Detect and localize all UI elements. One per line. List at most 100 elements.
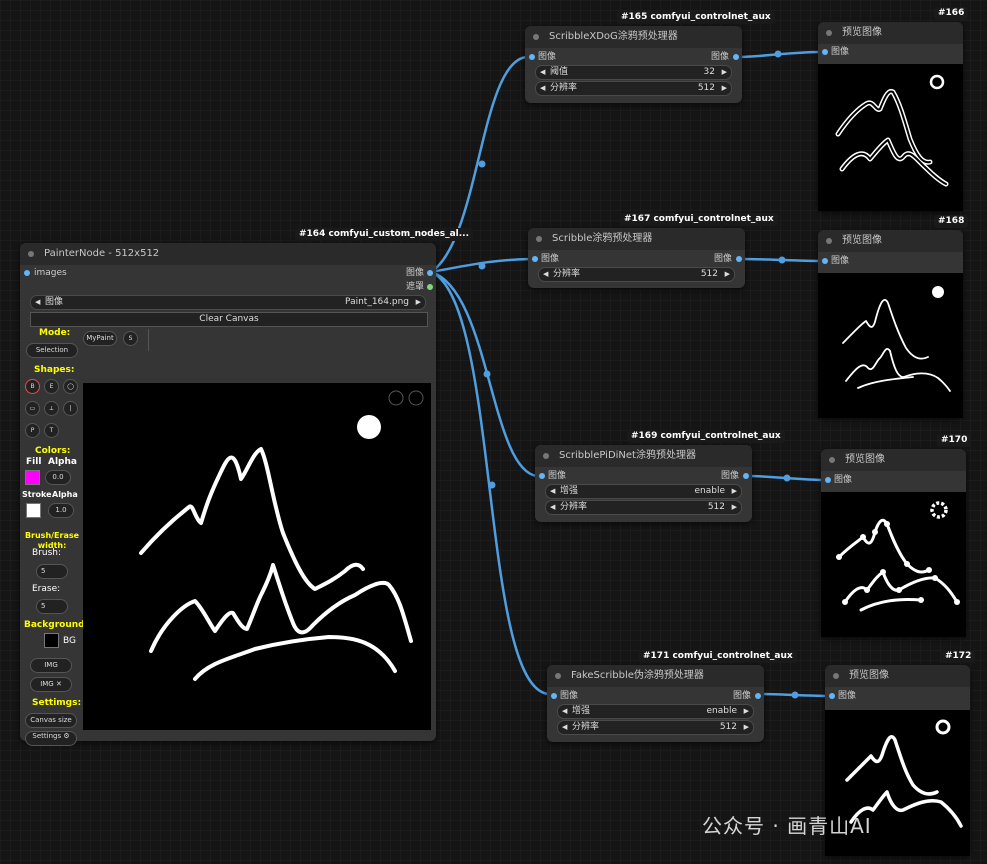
collapse-dot-icon[interactable] <box>536 236 542 242</box>
colors-label: Colors: <box>35 446 71 456</box>
mypaint-mode-button[interactable]: MyPaint <box>83 331 117 346</box>
erase-width-input[interactable]: 5 <box>36 599 68 614</box>
scribble-node-title[interactable]: Scribble涂鸦预处理器 <box>528 228 745 250</box>
preview-168-title[interactable]: 预览图像 <box>818 230 963 252</box>
rect-shape-button[interactable]: ▭ <box>25 401 40 416</box>
collapse-dot-icon[interactable] <box>826 238 832 244</box>
collapse-dot-icon[interactable] <box>829 457 835 463</box>
preview-168-input-slot[interactable] <box>822 258 828 264</box>
arrow-right-icon[interactable]: ▶ <box>416 296 421 309</box>
triangle-shape-button[interactable]: ⟂ <box>44 401 59 416</box>
line-shape-button[interactable]: | <box>63 401 78 416</box>
xdog-threshold-widget[interactable]: ◀ 阈值 32 ▶ <box>535 65 732 80</box>
bg-label: BG <box>63 636 76 646</box>
preview-172-input-slot[interactable] <box>829 693 835 699</box>
erase-label: Erase: <box>32 584 61 594</box>
img-button[interactable]: IMG <box>30 658 72 673</box>
mode-label: Mode: <box>39 328 71 338</box>
scribble-output-slot[interactable] <box>736 256 742 262</box>
fill-alpha-label: Alpha <box>48 457 77 467</box>
painter-canvas[interactable] <box>83 383 431 730</box>
preview-170-badge: #170 <box>937 434 972 447</box>
preview-image-node-166[interactable]: 预览图像 图像 <box>818 22 963 211</box>
fake-node-badge: #171 comfyui_controlnet_aux <box>639 650 797 663</box>
fill-alpha-input[interactable]: 0.0 <box>45 470 71 485</box>
collapse-dot-icon[interactable] <box>28 251 34 257</box>
collapse-dot-icon[interactable] <box>555 673 561 679</box>
clear-canvas-button[interactable]: Clear Canvas <box>30 312 428 327</box>
fake-enhance-widget[interactable]: ◀ 增强 enable ▶ <box>557 704 754 719</box>
fake-node-title[interactable]: FakeScribble伪涂鸦预处理器 <box>547 665 764 687</box>
selection-mode-button[interactable]: Selection <box>26 343 78 358</box>
painter-node-title[interactable]: PainterNode - 512x512 <box>20 243 436 265</box>
preview-172-title[interactable]: 预览图像 <box>825 665 970 687</box>
collapse-dot-icon[interactable] <box>533 34 539 40</box>
mode-divider <box>148 329 149 351</box>
scribble-input-label: 图像 <box>541 254 560 264</box>
pidinet-output-slot[interactable] <box>743 473 749 479</box>
settings-button[interactable]: Settings ⚙ <box>25 731 77 746</box>
xdog-resolution-widget[interactable]: ◀ 分辨率 512 ▶ <box>535 81 732 96</box>
preview-166-input-label: 图像 <box>831 47 850 57</box>
xdog-output-slot[interactable] <box>733 54 739 60</box>
collapse-dot-icon[interactable] <box>826 30 832 36</box>
brush-shape-button[interactable]: B <box>25 379 40 394</box>
text-shape-button[interactable]: T <box>44 423 59 438</box>
collapse-dot-icon[interactable] <box>543 453 549 459</box>
brush-label: Brush: <box>32 548 62 558</box>
preview-172-input-label: 图像 <box>838 691 857 701</box>
preview-170-input-label: 图像 <box>834 475 853 485</box>
preview-166-title[interactable]: 预览图像 <box>818 22 963 44</box>
preview-172-badge: #172 <box>941 650 976 663</box>
shapes-label: Shapes: <box>34 365 75 375</box>
xdog-node[interactable]: ScribbleXDoG涂鸦预处理器 图像 图像 ◀ 阈值 32 ▶ ◀ 分辨率 512 ▶ <box>525 26 742 103</box>
xdog-node-badge: #165 comfyui_controlnet_aux <box>617 11 775 24</box>
stroke-color-swatch[interactable] <box>26 503 41 518</box>
image-select-widget[interactable]: ◀ 图像 Paint_164.png ▶ <box>30 295 426 310</box>
output-image-slot[interactable] <box>427 270 433 276</box>
canvas-size-button[interactable]: Canvas size <box>25 713 77 728</box>
input-images-slot[interactable] <box>24 270 30 276</box>
xdog-input-slot[interactable] <box>529 54 535 60</box>
fake-scribble-node[interactable]: FakeScribble伪涂鸦预处理器 图像 图像 ◀ 增强 enable ▶ ◀ 分辨… <box>547 665 764 742</box>
output-mask-label: 遮罩 <box>406 282 425 292</box>
brush-width-input[interactable]: 5 <box>36 564 68 579</box>
arrow-left-icon[interactable]: ◀ <box>35 296 40 309</box>
fake-input-slot[interactable] <box>551 693 557 699</box>
pidinet-resolution-widget[interactable]: ◀ 分辨率 512 ▶ <box>545 500 742 515</box>
stroke-alpha-input[interactable]: 1.0 <box>48 503 74 518</box>
output-image-label: 图像 <box>406 268 425 278</box>
scribble-resolution-widget[interactable]: ◀ 分辨率 512 ▶ <box>538 267 735 282</box>
scribble-node-badge: #167 comfyui_controlnet_aux <box>620 213 778 226</box>
preview-170-title[interactable]: 预览图像 <box>821 449 966 471</box>
background-color-swatch[interactable] <box>44 633 59 648</box>
pidinet-enhance-widget[interactable]: ◀ 增强 enable ▶ <box>545 484 742 499</box>
fake-input-label: 图像 <box>560 691 579 701</box>
fill-color-swatch[interactable] <box>25 470 40 485</box>
fake-output-slot[interactable] <box>755 693 761 699</box>
xdog-node-title[interactable]: ScribbleXDoG涂鸦预处理器 <box>525 26 742 48</box>
polygon-shape-button[interactable]: P <box>25 423 40 438</box>
painter-node-badge: #164 comfyui_custom_nodes_al... <box>295 228 474 241</box>
output-mask-slot[interactable] <box>427 284 433 290</box>
preview-image-node-170[interactable]: 预览图像 图像 <box>821 449 966 637</box>
fake-resolution-widget[interactable]: ◀ 分辨率 512 ▶ <box>557 720 754 735</box>
xdog-output-label: 图像 <box>711 52 730 62</box>
pidinet-node[interactable]: ScribblePiDiNet涂鸦预处理器 图像 图像 ◀ 增强 enable ▶ ◀… <box>535 445 752 522</box>
circle-shape-button[interactable]: ◯ <box>63 379 78 394</box>
pidinet-input-slot[interactable] <box>539 473 545 479</box>
preview-image-node-168[interactable]: 预览图像 图像 <box>818 230 963 418</box>
s-mode-button[interactable]: S <box>123 331 138 346</box>
scribble-node[interactable]: Scribble涂鸦预处理器 图像 图像 ◀ 分辨率 512 ▶ <box>528 228 745 288</box>
preview-166-badge: #166 <box>934 7 969 20</box>
preview-170-input-slot[interactable] <box>825 477 831 483</box>
img-remove-button[interactable]: IMG ✕ <box>30 677 72 692</box>
pidinet-input-label: 图像 <box>548 471 567 481</box>
scribble-input-slot[interactable] <box>532 256 538 262</box>
painter-node[interactable]: PainterNode - 512x512 images 图像 遮罩 ◀ 图像 … <box>20 243 436 746</box>
pidinet-node-title[interactable]: ScribblePiDiNet涂鸦预处理器 <box>535 445 752 467</box>
preview-166-input-slot[interactable] <box>822 49 828 55</box>
collapse-dot-icon[interactable] <box>833 673 839 679</box>
ellipse-shape-button[interactable]: E <box>44 379 59 394</box>
xdog-input-label: 图像 <box>538 52 557 62</box>
